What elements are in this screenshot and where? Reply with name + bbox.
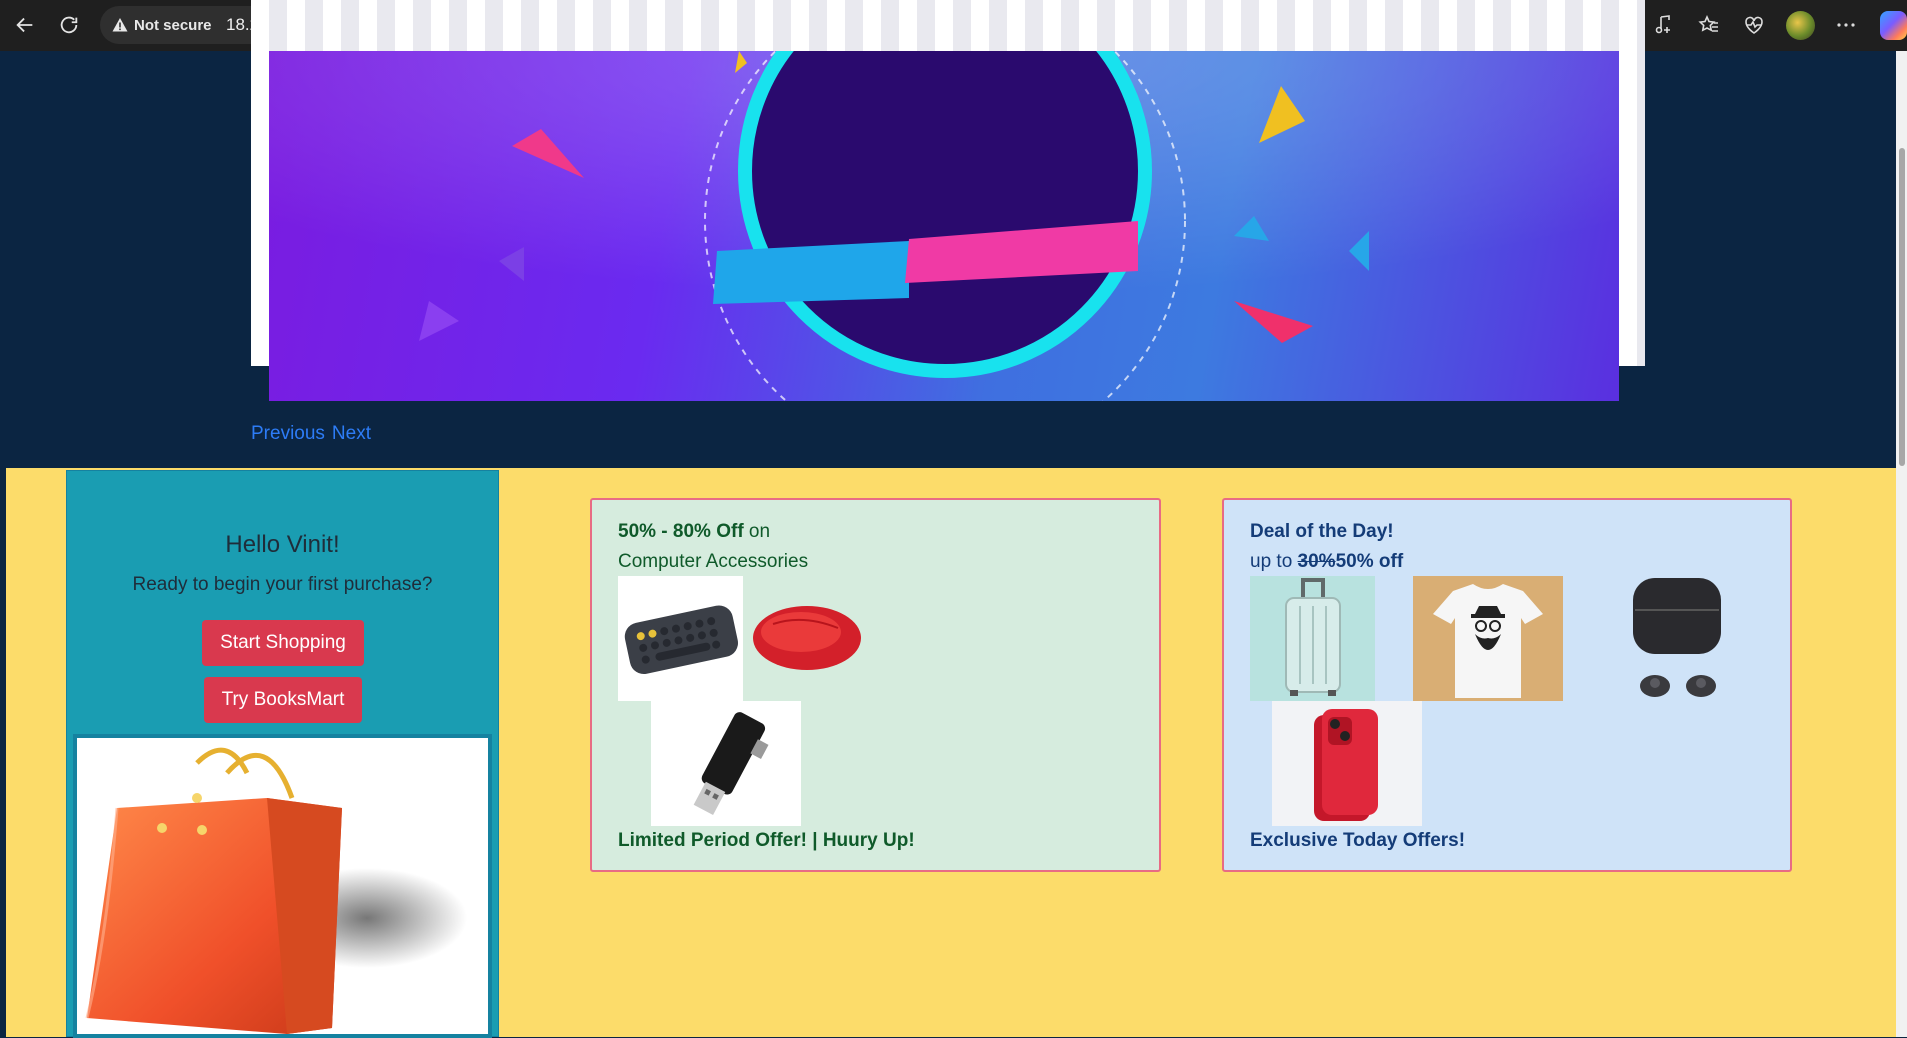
accessories-footer: Limited Period Offer! | Huury Up! [618, 830, 915, 851]
favorites-icon[interactable] [1697, 13, 1721, 37]
warning-icon [112, 18, 128, 32]
accessories-category: Computer Accessories [618, 551, 809, 572]
usb-drive-image[interactable] [651, 701, 801, 826]
shopping-bag-image [73, 734, 492, 1038]
copilot-icon[interactable] [1880, 11, 1907, 40]
luggage-image[interactable] [1250, 576, 1375, 701]
accessories-offer-card[interactable]: 50% - 80% Off on Computer Accessories Li… [590, 498, 1161, 872]
more-menu-icon[interactable] [1834, 13, 1858, 37]
discount-prefix: up to [1250, 551, 1298, 572]
banner-graphic [269, 51, 1619, 401]
headline-suffix: on [743, 521, 771, 542]
shopping-bag-icon [85, 747, 467, 1034]
mouse-image[interactable] [743, 576, 868, 701]
deal-footer: Exclusive Today Offers! [1250, 830, 1466, 851]
accessories-headline: 50% - 80% Off on [618, 521, 770, 543]
discount-range: 50% - 80% Off [618, 521, 744, 542]
luggage-icon [1250, 576, 1375, 701]
security-indicator[interactable]: Not secure [112, 14, 212, 36]
earbuds-icon [1633, 578, 1721, 697]
scrollbar-thumb[interactable] [1899, 148, 1905, 466]
keyboard-image[interactable] [618, 576, 743, 701]
try-booksmart-button[interactable]: Try BooksMart [204, 677, 362, 723]
new-discount: 50% off [1335, 551, 1404, 572]
deal-headline: Deal of the Day! [1250, 521, 1394, 542]
health-icon[interactable] [1742, 13, 1766, 37]
back-icon[interactable] [12, 12, 38, 38]
deal-discount: up to 30%50% off [1250, 551, 1403, 573]
usb-drive-icon [693, 712, 769, 816]
mouse-icon [753, 606, 861, 670]
earbuds-image[interactable] [1613, 576, 1738, 701]
tshirt-icon [1413, 576, 1563, 701]
welcome-subtitle: Ready to begin your first purchase? [132, 574, 433, 595]
smartphone-icon [1314, 709, 1378, 821]
tshirt-image[interactable] [1413, 576, 1563, 701]
carousel-banner-image [269, 51, 1619, 401]
carousel-previous-link[interactable]: Previous [251, 423, 325, 444]
carousel-controls: Previous Next [251, 423, 378, 445]
reload-icon[interactable] [56, 12, 82, 38]
start-shopping-button[interactable]: Start Shopping [202, 620, 364, 666]
carousel-next-link[interactable]: Next [332, 423, 371, 444]
welcome-panel: Hello Vinit! Ready to begin your first p… [66, 470, 499, 1038]
greeting-heading: Hello Vinit! [225, 531, 340, 558]
deal-of-day-card[interactable]: Deal of the Day! up to 30%50% off Exclus… [1222, 498, 1792, 872]
keyboard-icon [624, 605, 738, 675]
old-discount: 30% [1297, 551, 1336, 572]
reading-mode-icon[interactable] [1653, 13, 1677, 37]
profile-avatar[interactable] [1786, 11, 1815, 40]
security-label: Not secure [134, 16, 212, 34]
smartphone-image[interactable] [1272, 701, 1422, 826]
